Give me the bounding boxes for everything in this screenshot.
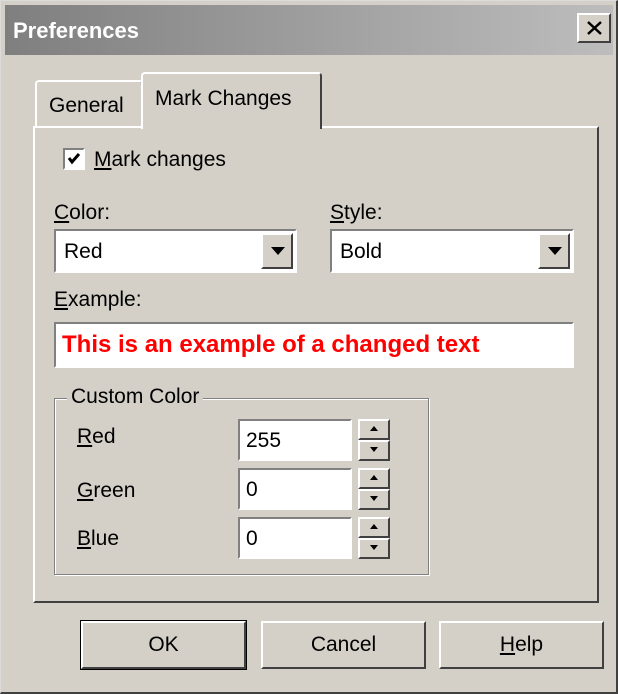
green-spin-up[interactable] [358,468,390,489]
triangle-down-icon [548,247,562,255]
triangle-up-icon [370,524,378,529]
blue-value-field[interactable]: 0 [238,517,352,559]
preferences-dialog: Preferences General Mark Changes Mark ch… [0,0,618,694]
close-button[interactable] [577,13,611,43]
style-dropdown-button[interactable] [538,233,570,269]
close-x-icon [587,21,602,35]
example-label: Example: [54,288,142,311]
custom-color-legend: Custom Color [67,385,204,409]
triangle-up-icon [370,475,378,480]
checkmark-icon [67,153,81,165]
blue-spinner[interactable] [358,517,390,559]
color-dropdown-button[interactable] [261,233,293,269]
triangle-up-icon [370,426,378,431]
green-spin-down[interactable] [358,489,390,510]
color-label: Color: [54,201,111,224]
window-title: Preferences [13,18,139,43]
color-dropdown[interactable]: Red [54,229,297,273]
red-spinner[interactable] [358,419,390,461]
tab-general[interactable]: General [35,80,143,128]
example-preview: This is an example of a changed text [54,322,574,368]
triangle-down-icon [370,545,378,550]
red-spin-down[interactable] [358,440,390,461]
color-value: Red [64,240,103,263]
ok-button[interactable]: OK [80,620,247,670]
mark-changes-checkbox[interactable] [63,148,85,170]
title-bar[interactable]: Preferences [5,5,613,55]
blue-label: Blue [77,527,120,550]
red-label: Red [77,425,116,448]
style-value: Bold [340,240,383,263]
triangle-down-icon [370,447,378,452]
cancel-button[interactable]: Cancel [261,621,426,669]
mark-changes-label[interactable]: Mark changes [94,148,226,172]
green-label: Green [77,479,136,502]
triangle-down-icon [271,247,285,255]
tab-mark-changes-label: Mark Changes [155,87,292,110]
green-value-field[interactable]: 0 [238,468,352,510]
red-value-field[interactable]: 255 [238,419,352,461]
help-button[interactable]: Help [439,621,604,669]
red-spin-up[interactable] [358,419,390,440]
triangle-down-icon [370,496,378,501]
style-label: Style: [330,201,383,224]
example-text: This is an example of a changed text [62,331,480,358]
style-dropdown[interactable]: Bold [330,229,574,273]
blue-spin-down[interactable] [358,538,390,559]
tab-general-label: General [49,94,124,117]
tab-mark-changes[interactable]: Mark Changes [141,72,322,129]
blue-spin-up[interactable] [358,517,390,538]
green-spinner[interactable] [358,468,390,510]
